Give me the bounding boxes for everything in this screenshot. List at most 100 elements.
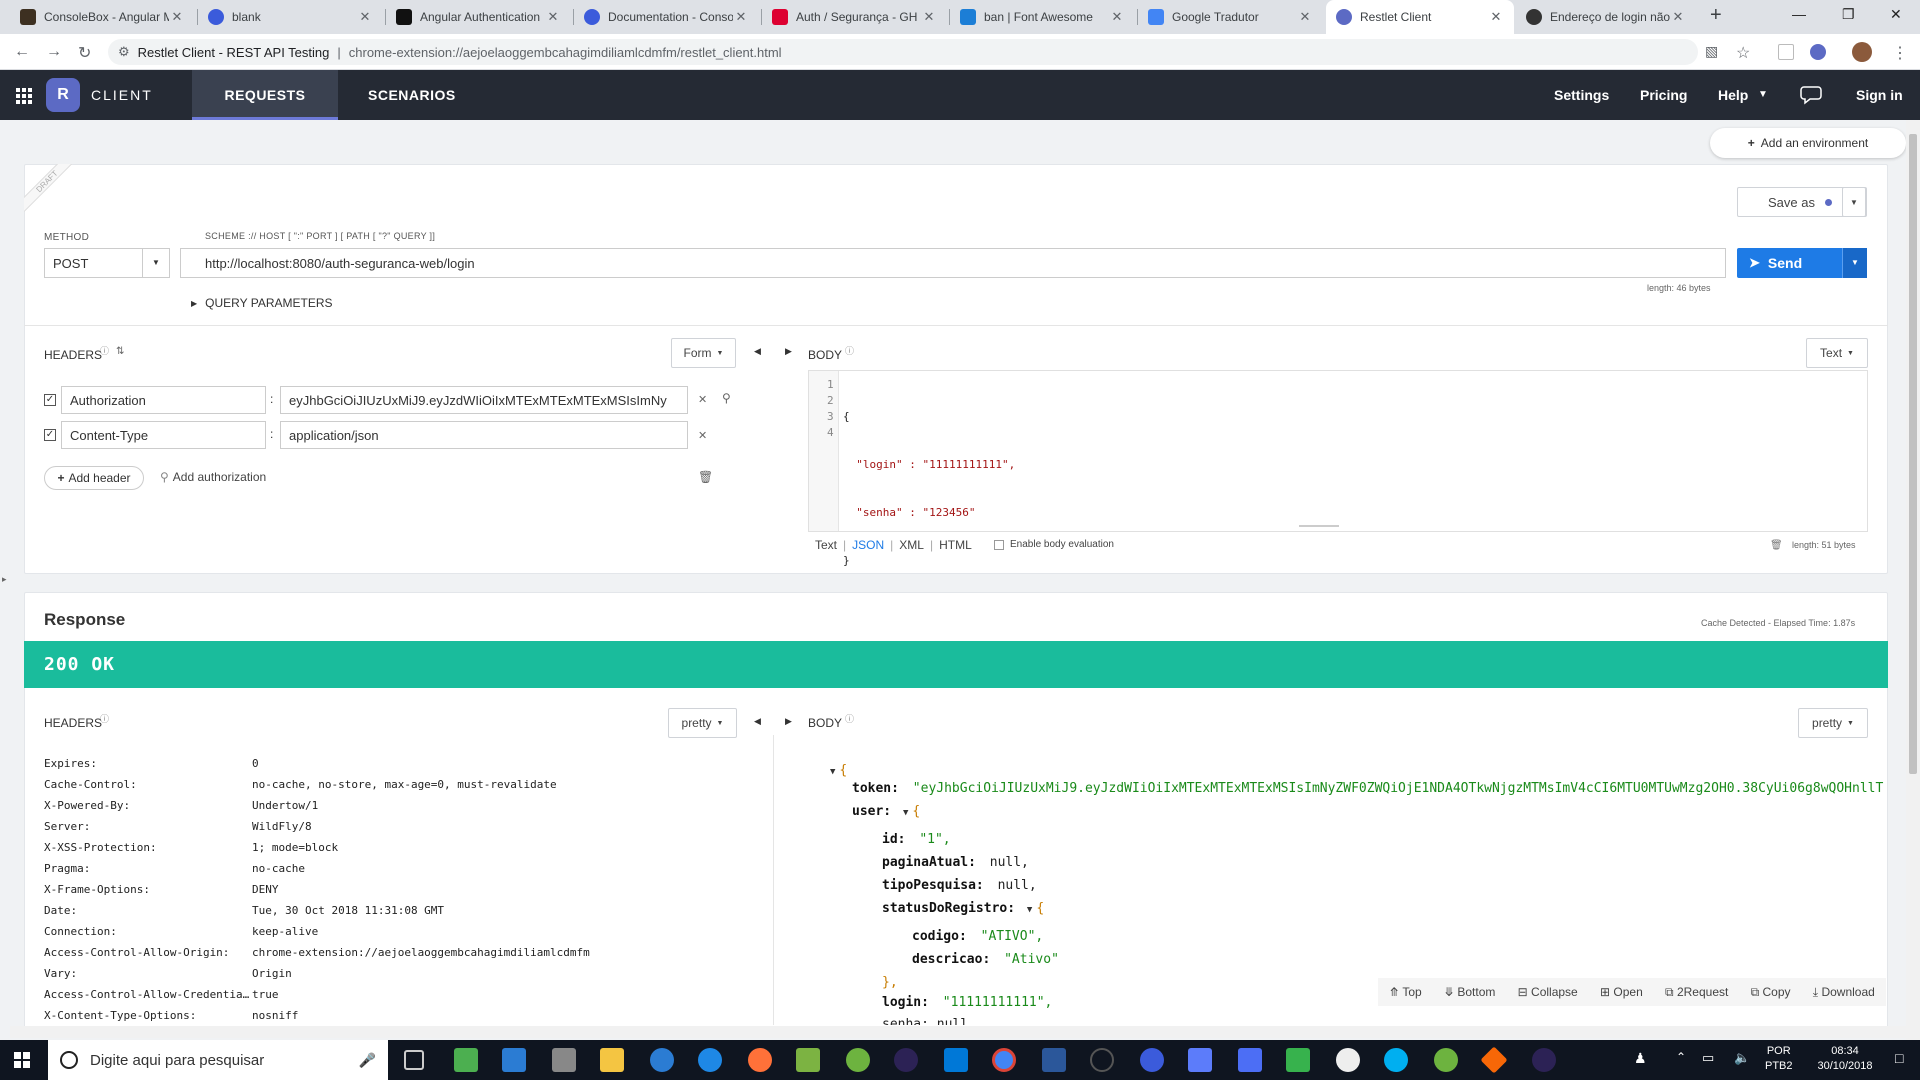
add-authorization-link[interactable]: ⚲ Add authorization xyxy=(160,470,266,484)
app-icon[interactable] xyxy=(1140,1048,1164,1072)
language-indicator[interactable]: POR PTB2 xyxy=(1765,1044,1793,1074)
browser-tab[interactable]: Angular Authentication ✕ xyxy=(386,0,571,34)
windows-start-icon[interactable] xyxy=(14,1052,30,1068)
app-icon[interactable] xyxy=(502,1048,526,1072)
collapse-left-icon[interactable]: ◀ xyxy=(754,346,761,357)
horizontal-scrollbar[interactable] xyxy=(10,1026,1906,1038)
settings-icon[interactable] xyxy=(552,1048,576,1072)
translate-icon[interactable]: ▧ xyxy=(1705,43,1718,60)
browser-tab-active[interactable]: Restlet Client ✕ xyxy=(1326,0,1514,34)
pretty-toggle-button[interactable]: pretty ▼ xyxy=(1798,708,1868,738)
app-icon[interactable] xyxy=(454,1048,478,1072)
browser-tab[interactable]: ConsoleBox - Angular M ✕ xyxy=(10,0,195,34)
browser-tab[interactable]: Documentation - Conso ✕ xyxy=(574,0,759,34)
avatar[interactable] xyxy=(1852,42,1872,62)
ie-icon[interactable] xyxy=(698,1048,722,1072)
trash-icon[interactable]: 🗑 xyxy=(1770,540,1783,551)
header-value-input[interactable]: eyJhbGciOiJIUzUxMiJ9.eyJzdWIiOiIxMTExMTE… xyxy=(280,386,688,414)
app-icon[interactable] xyxy=(1188,1048,1212,1072)
task-view-icon[interactable] xyxy=(404,1050,424,1070)
app-icon[interactable] xyxy=(1238,1048,1262,1072)
notification-icon[interactable]: □ xyxy=(1895,1050,1903,1066)
window-close-icon[interactable]: ✕ xyxy=(1890,6,1902,23)
browser-tab[interactable]: blank ✕ xyxy=(198,0,383,34)
to-request-button[interactable]: ⧉ 2Request xyxy=(1665,985,1728,1000)
top-button[interactable]: ⤊ Top xyxy=(1389,985,1422,999)
eclipse-icon[interactable] xyxy=(1532,1048,1556,1072)
collapse-button[interactable]: ⊟ Collapse xyxy=(1518,985,1578,999)
header-enabled-checkbox[interactable]: ✓ xyxy=(44,429,56,441)
new-tab-icon[interactable]: + xyxy=(1710,4,1722,27)
back-icon[interactable]: ← xyxy=(14,43,30,61)
extension-icon[interactable] xyxy=(1778,44,1794,60)
caret-down-icon[interactable]: ▼ xyxy=(903,808,908,818)
app-icon[interactable] xyxy=(846,1048,870,1072)
open-button[interactable]: ⊞ Open xyxy=(1600,985,1643,999)
close-icon[interactable]: ✕ xyxy=(921,9,937,25)
caret-down-icon[interactable]: ▼ xyxy=(830,767,835,777)
address-bar[interactable]: ⚙ Restlet Client - REST API Testing | ch… xyxy=(108,39,1698,65)
maximize-icon[interactable]: ❐ xyxy=(1842,6,1855,23)
chat-icon[interactable] xyxy=(1800,84,1826,106)
nav-help[interactable]: Help xyxy=(1718,70,1748,120)
chevron-down-icon[interactable]: ▼ xyxy=(142,249,169,277)
browser-tab[interactable]: ban | Font Awesome ✕ xyxy=(950,0,1135,34)
pretty-toggle-button[interactable]: pretty ▼ xyxy=(668,708,737,738)
collapse-left-icon[interactable]: ◀ xyxy=(754,716,761,727)
header-name-input[interactable]: Content-Type xyxy=(61,421,266,449)
header-value-input[interactable]: application/json xyxy=(280,421,688,449)
remove-header-icon[interactable]: ✕ xyxy=(698,429,707,442)
menu-icon[interactable]: ⋮ xyxy=(1892,43,1908,63)
nav-pricing[interactable]: Pricing xyxy=(1640,70,1687,120)
git-icon[interactable] xyxy=(1480,1046,1508,1074)
star-icon[interactable]: ☆ xyxy=(1736,43,1750,63)
format-html[interactable]: HTML xyxy=(939,538,972,552)
forward-icon[interactable]: → xyxy=(46,43,62,61)
app-icon[interactable] xyxy=(1286,1048,1310,1072)
battery-icon[interactable]: ▭ xyxy=(1702,1050,1714,1066)
close-icon[interactable]: ✕ xyxy=(1109,9,1125,25)
close-icon[interactable]: ✕ xyxy=(357,9,373,25)
nav-settings[interactable]: Settings xyxy=(1554,70,1609,120)
word-icon[interactable] xyxy=(1042,1048,1066,1072)
close-icon[interactable]: ✕ xyxy=(1488,9,1504,25)
restlet-extension-icon[interactable] xyxy=(1810,44,1826,60)
chevron-up-icon[interactable]: ⌃ xyxy=(1676,1050,1686,1064)
chrome-icon[interactable] xyxy=(992,1048,1016,1072)
close-icon[interactable]: ✕ xyxy=(1297,9,1313,25)
nav-requests[interactable]: REQUESTS xyxy=(192,70,338,120)
remove-header-icon[interactable]: ✕ xyxy=(698,393,707,406)
magic-wand-icon[interactable]: ⚲ xyxy=(722,391,731,405)
edge-icon[interactable] xyxy=(650,1048,674,1072)
page-scrollbar[interactable] xyxy=(1906,120,1920,1040)
volume-icon[interactable]: 🔈 xyxy=(1734,1050,1750,1066)
help-icon[interactable]: ⓘ xyxy=(845,344,854,357)
query-parameters-toggle[interactable]: ▶ QUERY PARAMETERS xyxy=(191,296,333,310)
save-dropdown-button[interactable]: ▼ xyxy=(1842,187,1866,217)
notepad-icon[interactable] xyxy=(796,1048,820,1072)
sign-in-link[interactable]: Sign in xyxy=(1856,70,1903,120)
expand-right-icon[interactable]: ▶ xyxy=(785,716,792,727)
file-explorer-icon[interactable] xyxy=(600,1048,624,1072)
body-editor[interactable]: 1 2 3 4 { "login" : "11111111111", "senh… xyxy=(808,370,1868,567)
body-type-select[interactable]: Text ▼ xyxy=(1806,338,1868,368)
caret-down-icon[interactable]: ▼ xyxy=(1027,905,1032,915)
search-app-icon[interactable] xyxy=(1090,1048,1114,1072)
form-toggle-button[interactable]: Form ▼ xyxy=(671,338,736,368)
taskbar-search-input[interactable]: Digite aqui para pesquisar 🎤 xyxy=(48,1040,388,1080)
send-dropdown-button[interactable]: ▼ xyxy=(1842,248,1867,278)
people-icon[interactable]: ♟ xyxy=(1634,1050,1647,1067)
format-xml[interactable]: XML xyxy=(899,538,924,552)
add-header-button[interactable]: + Add header xyxy=(44,466,144,490)
add-environment-button[interactable]: + Add an environment xyxy=(1710,128,1906,158)
reload-icon[interactable]: ↻ xyxy=(78,43,91,63)
browser-tab[interactable]: Auth / Segurança - GH ✕ xyxy=(762,0,947,34)
firefox-icon[interactable] xyxy=(748,1048,772,1072)
close-icon[interactable]: ✕ xyxy=(169,9,185,25)
vscode-icon[interactable] xyxy=(944,1048,968,1072)
nav-scenarios[interactable]: SCENARIOS xyxy=(368,70,456,120)
header-name-input[interactable]: Authorization xyxy=(61,386,266,414)
copy-button[interactable]: ⧉ Copy xyxy=(1751,985,1791,1000)
format-text[interactable]: Text xyxy=(815,538,837,552)
help-icon[interactable]: ⓘ xyxy=(100,344,109,357)
